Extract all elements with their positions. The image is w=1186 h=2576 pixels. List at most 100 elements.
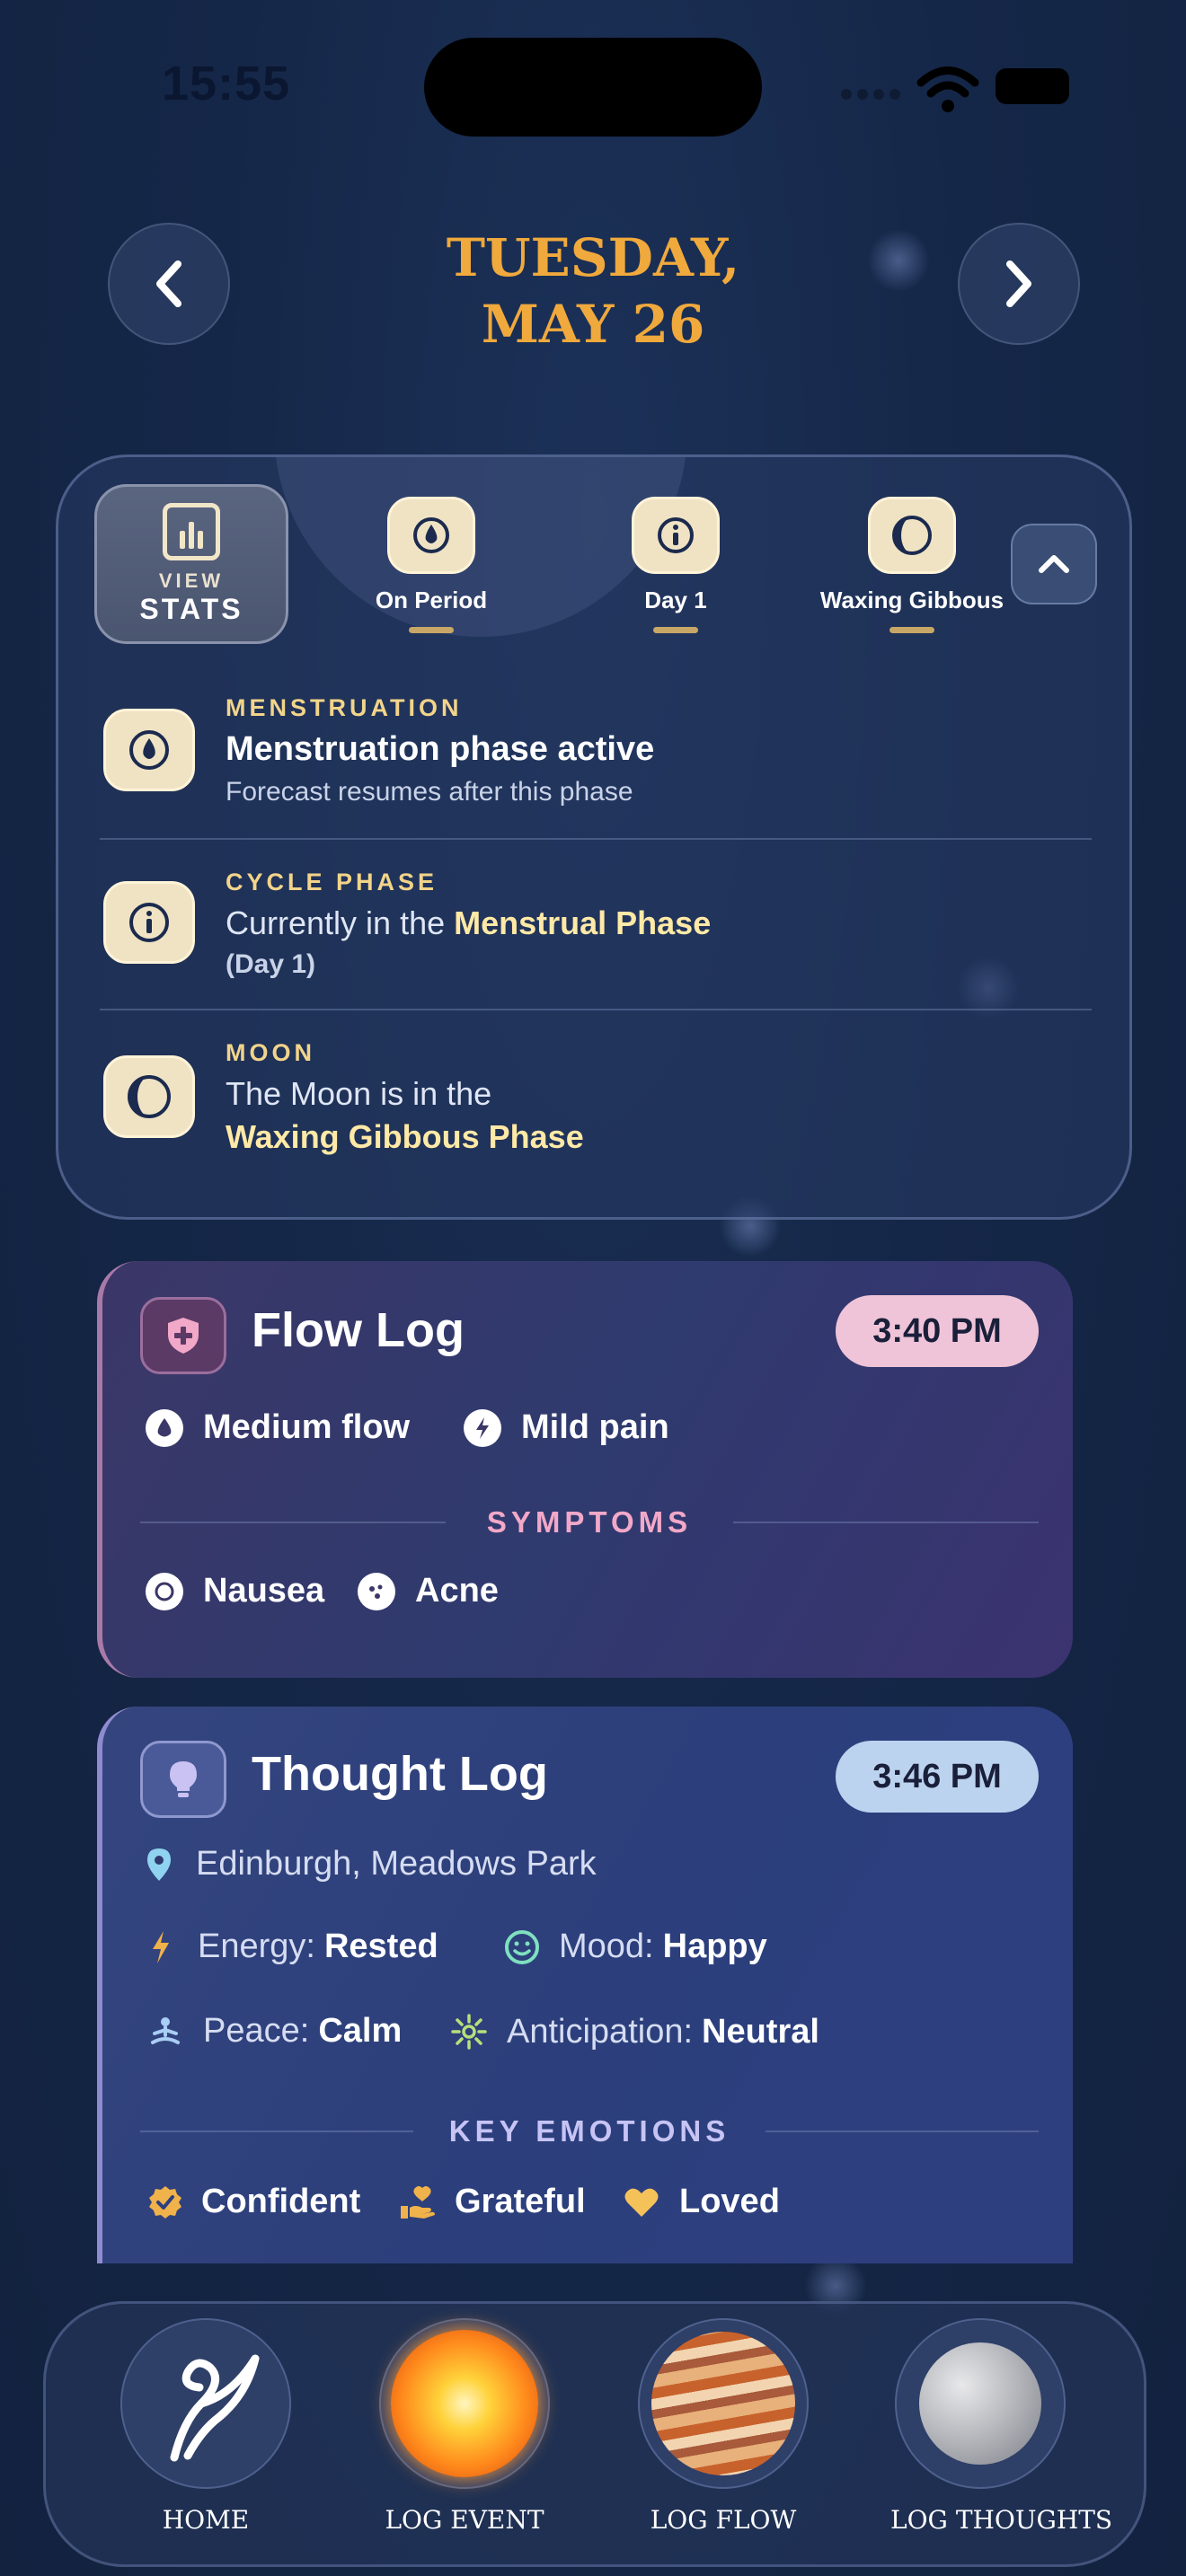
cycle-text: Currently in the Menstrual Phase — [226, 904, 711, 942]
symptom-label: Nausea — [203, 1572, 325, 1610]
energy-value: Rested — [323, 1928, 438, 1965]
flow-item-label: Medium flow — [203, 1408, 411, 1446]
key-emotions-heading: KEY EMOTIONS — [448, 2114, 730, 2148]
heart-icon — [624, 2188, 659, 2217]
flow-item-label: Mild pain — [521, 1408, 669, 1446]
symptom-label: Acne — [415, 1572, 499, 1610]
drop-icon — [146, 1408, 183, 1447]
mood-value: Happy — [662, 1928, 767, 1965]
thought-log-time-badge: 3:46 PM — [836, 1741, 1039, 1813]
symptom-acne: Acne — [358, 1572, 499, 1610]
anticipation-label: Anticipation: — [507, 2012, 694, 2051]
anticipation-value: Neutral — [702, 2012, 819, 2051]
divider — [100, 1009, 1092, 1010]
menstruation-kicker: MENSTRUATION — [226, 694, 463, 721]
flow-log-card[interactable]: Flow Log 3:40 PM Medium flow Mild pain S… — [97, 1261, 1073, 1678]
moon-phase-name: Waxing Gibbous Phase — [226, 1118, 584, 1155]
energy-row: Energy: Rested — [149, 1928, 438, 1966]
swirl-icon — [170, 2354, 260, 2462]
energy-label: Energy: — [198, 1928, 315, 1965]
lightbulb-icon — [170, 1761, 197, 1797]
tab-home[interactable]: HOME — [116, 2318, 296, 2535]
tab-bar: HOME LOG EVENT LOG FLOW LOG THOUGHTS — [43, 2301, 1146, 2567]
wifi-icon — [916, 66, 979, 112]
face-icon — [146, 1572, 183, 1610]
tab-log-thoughts[interactable]: LOG THOUGHTS — [890, 2318, 1112, 2535]
chip-moon[interactable]: Waxing Gibbous — [777, 497, 1047, 633]
day-summary-card: VIEW STATS On Period Day 1 Waxing Gibbou… — [56, 454, 1132, 1220]
smiley-icon — [505, 1929, 539, 1964]
tab-log-thoughts-orb — [895, 2318, 1066, 2489]
chip-underline — [409, 627, 454, 633]
chevron-up-icon — [1039, 555, 1069, 573]
info-icon — [129, 903, 169, 942]
flow-item-mild-pain: Mild pain — [464, 1408, 669, 1447]
view-stats-big: STATS — [139, 593, 243, 625]
star-decoration — [867, 229, 930, 292]
mood-row: Mood: Happy — [503, 1928, 767, 1966]
flow-log-title: Flow Log — [252, 1303, 465, 1357]
divider — [100, 838, 1092, 840]
anticipation-row: Anticipation: Neutral — [449, 2012, 819, 2051]
flow-log-icon-tile — [140, 1297, 226, 1374]
emotion-grateful: Grateful — [399, 2183, 586, 2221]
chip-underline — [890, 627, 934, 633]
lightning-icon — [464, 1408, 501, 1447]
meditation-icon — [151, 2016, 180, 2044]
peace-value: Calm — [318, 2012, 403, 2050]
battery-icon — [996, 68, 1069, 104]
location-row: Edinburgh, Meadows Park — [146, 1845, 597, 1883]
cycle-phase-name: Menstrual Phase — [454, 904, 712, 941]
hand-heart-icon — [401, 2185, 435, 2219]
cycle-kicker: CYCLE PHASE — [226, 869, 438, 895]
menstruation-subtitle: Forecast resumes after this phase — [226, 777, 633, 807]
location-text: Edinburgh, Meadows Park — [196, 1845, 597, 1883]
chip-on-period[interactable]: On Period — [328, 497, 535, 633]
next-day-button[interactable] — [958, 223, 1080, 345]
lightning-icon — [153, 1930, 169, 1963]
chip-label: Waxing Gibbous — [819, 587, 1005, 613]
chevron-left-icon — [156, 260, 181, 307]
tab-log-flow[interactable]: LOG FLOW — [633, 2318, 813, 2535]
cycle-icon-tile — [103, 881, 195, 964]
collapse-button[interactable] — [1011, 524, 1097, 604]
moon-icon-tile — [103, 1055, 195, 1138]
date-day: MAY 26 — [481, 294, 705, 355]
emotion-loved: Loved — [624, 2183, 780, 2221]
verified-badge-icon — [149, 2185, 181, 2219]
shield-plus-icon — [168, 1318, 199, 1354]
divider — [140, 1522, 446, 1523]
menstruation-title: Menstruation phase active — [226, 730, 655, 768]
chart-icon — [163, 503, 220, 560]
cycle-day: (Day 1) — [226, 949, 316, 979]
view-stats-button[interactable]: VIEW STATS — [94, 484, 288, 644]
moon-planet-icon — [919, 2342, 1041, 2465]
peace-label: Peace: — [203, 2012, 310, 2050]
date-weekday: TUESDAY, — [446, 227, 740, 288]
moon-kicker: MOON — [226, 1039, 315, 1066]
divider — [733, 1522, 1039, 1523]
tab-log-event-orb — [379, 2318, 550, 2489]
symptoms-heading: SYMPTOMS — [486, 1505, 693, 1539]
previous-day-button[interactable] — [108, 223, 230, 345]
chip-day[interactable]: Day 1 — [590, 497, 761, 633]
drop-icon — [413, 517, 449, 553]
sun-icon — [391, 2330, 538, 2477]
cycle-text-prefix: Currently in the — [226, 904, 446, 941]
dynamic-island — [424, 38, 762, 137]
divider — [766, 2130, 1039, 2132]
status-time: 15:55 — [162, 57, 291, 110]
view-stats-small: VIEW — [158, 569, 225, 592]
moon-icon — [892, 516, 932, 555]
moon-text: The Moon is in the — [226, 1075, 492, 1112]
drop-icon — [129, 730, 169, 770]
tab-log-event[interactable]: LOG EVENT — [375, 2318, 554, 2535]
thought-log-card[interactable]: Thought Log 3:46 PM Edinburgh, Meadows P… — [97, 1707, 1073, 2263]
jupiter-icon — [651, 2332, 795, 2475]
flow-log-time-badge: 3:40 PM — [836, 1295, 1039, 1367]
chevron-right-icon — [1006, 260, 1031, 307]
emotion-label: Loved — [679, 2183, 780, 2220]
tab-log-flow-orb — [638, 2318, 809, 2489]
tab-label: LOG FLOW — [650, 2505, 797, 2535]
thought-log-title: Thought Log — [252, 1747, 548, 1801]
